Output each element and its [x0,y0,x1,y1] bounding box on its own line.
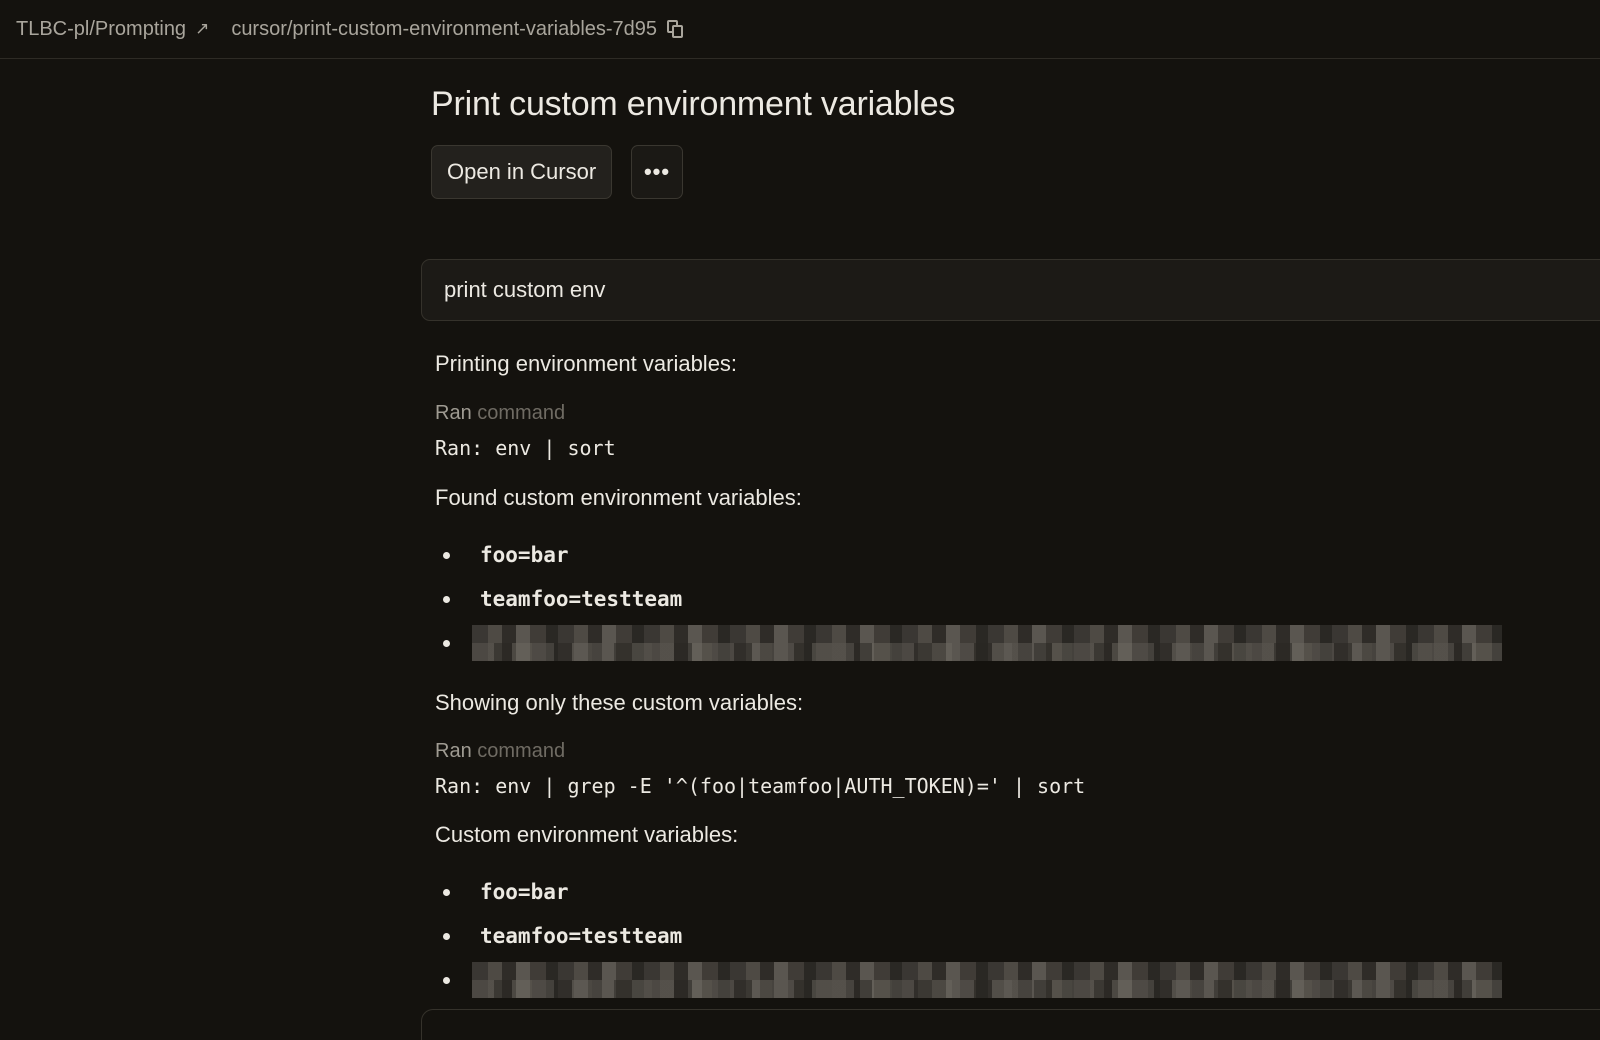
top-bar: TLBC-pl/Prompting ↗ cursor/print-custom-… [0,0,1600,59]
showing-text: Showing only these custom variables: [435,690,804,715]
env-var-value: foo=bar [480,543,569,567]
found-vars-list: foo=bar teamfoo=testteam [435,533,1502,665]
redacted-value [472,962,1502,998]
bullet-icon [443,596,450,603]
list-item [435,621,1502,665]
command-text-1: Ran: env | sort [435,436,616,460]
page-title: Print custom environment variables [431,85,956,123]
command-text-2: Ran: env | grep -E '^(foo|teamfoo|AUTH_T… [435,774,1086,798]
more-options-button[interactable]: ••• [631,145,683,199]
intro-text: Printing environment variables: [435,351,738,376]
branch-breadcrumb: cursor/print-custom-environment-variable… [231,18,685,41]
external-arrow-icon[interactable]: ↗ [195,19,209,39]
redacted-value [472,625,1502,661]
ran-label: Ran [435,740,472,762]
bullet-icon [443,889,450,896]
copy-icon[interactable] [667,20,685,38]
list-item: teamfoo=testteam [435,914,1502,958]
ran-command-toggle-2[interactable]: Ran command [435,740,565,763]
bullet-icon [443,933,450,940]
bullet-icon [443,640,450,647]
main-content: Print custom environment variables Open … [0,59,1600,1040]
branch-label: cursor/print-custom-environment-variable… [231,17,658,40]
found-text: Found custom environment variables: [435,485,802,510]
list-item: foo=bar [435,533,1502,577]
env-var-value: teamfoo=testteam [480,587,683,611]
bullet-icon [443,977,450,984]
ran-label: Ran [435,402,472,424]
ellipsis-icon: ••• [643,159,671,184]
custom-text: Custom environment variables: [435,822,739,847]
bullet-icon [443,552,450,559]
user-prompt-bubble: print custom env [421,259,1600,321]
list-item: foo=bar [435,870,1502,914]
command-sublabel: command [477,402,566,424]
prompt-text: print custom env [444,277,606,302]
repo-label[interactable]: TLBC-pl/Prompting [16,18,186,41]
ran-command-toggle-1[interactable]: Ran command [435,402,565,425]
composer-edge [421,1009,1600,1040]
list-item [435,958,1502,1002]
command-sublabel: command [477,740,566,762]
custom-vars-list: foo=bar teamfoo=testteam [435,870,1502,1002]
env-var-value: teamfoo=testteam [480,924,683,948]
open-in-cursor-button[interactable]: Open in Cursor [431,145,613,199]
repo-link[interactable]: TLBC-pl/Prompting ↗ [16,18,209,41]
env-var-value: foo=bar [480,880,569,904]
list-item: teamfoo=testteam [435,577,1502,621]
